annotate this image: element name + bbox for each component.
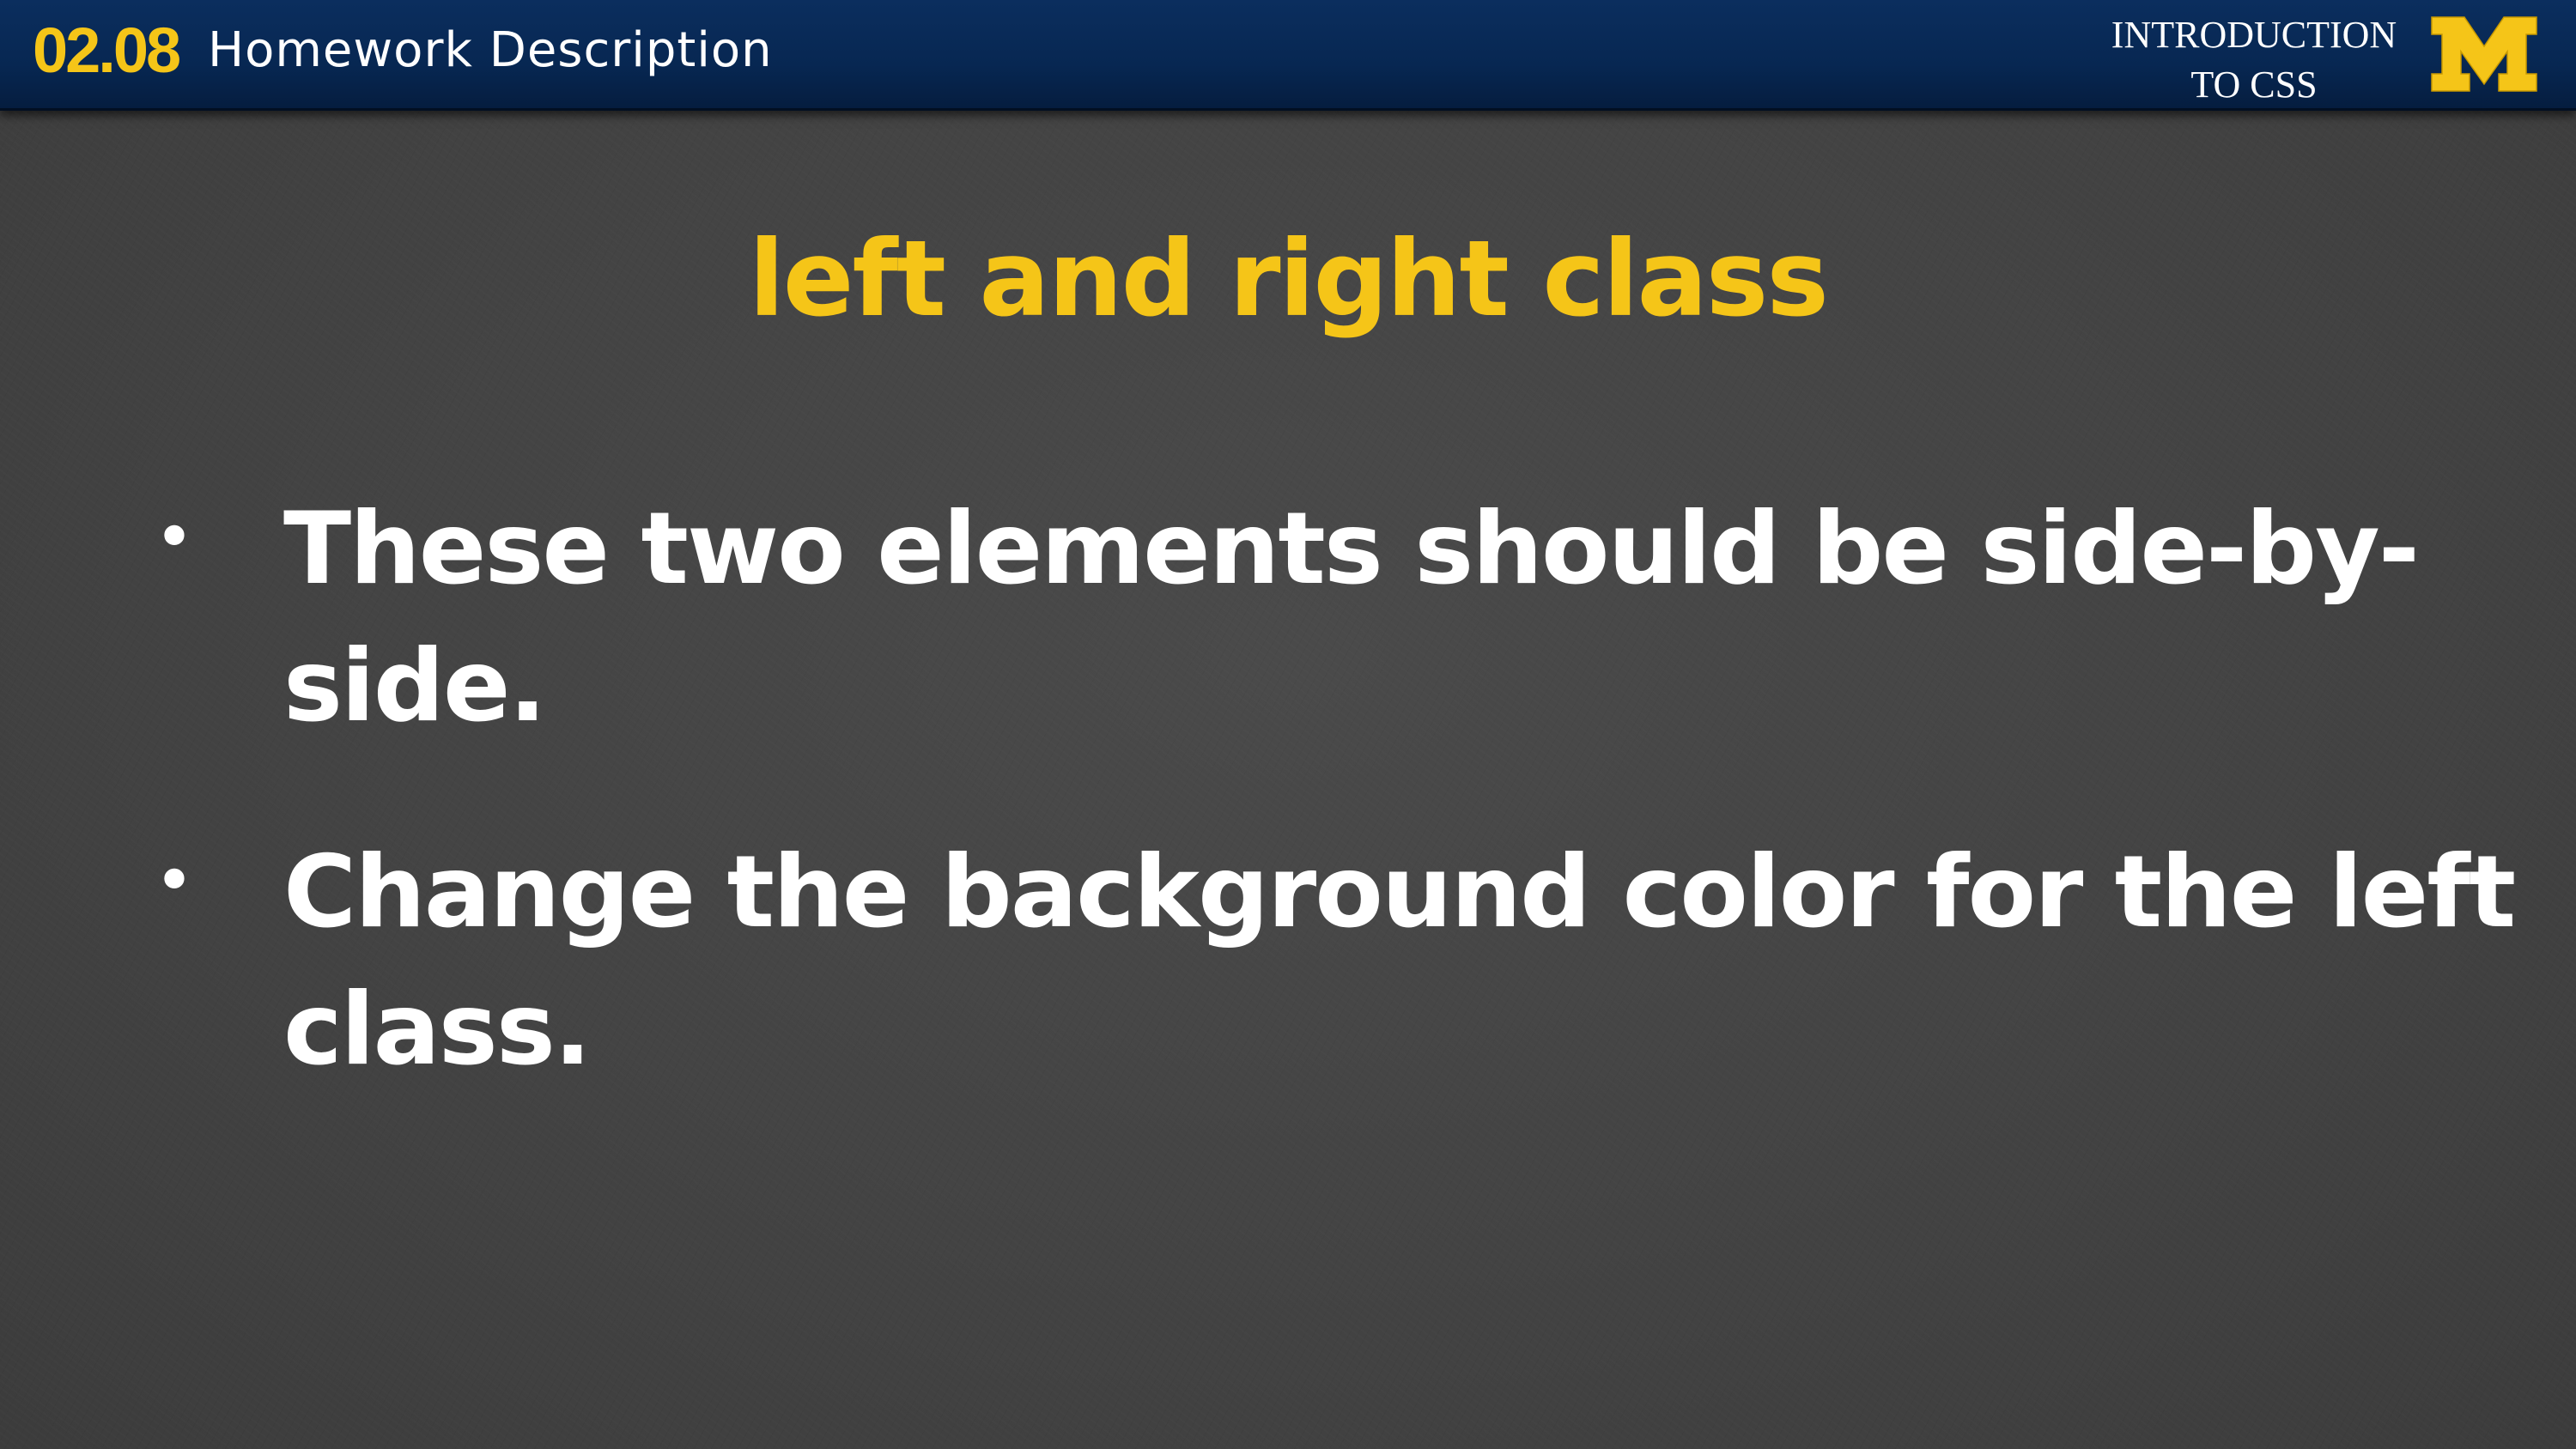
course-name-line-2: TO CSS	[2190, 64, 2318, 106]
course-name-line-1: INTRODUCTION	[2111, 14, 2397, 56]
bullet-line: side.	[283, 628, 547, 744]
lesson-title: Homework Description	[208, 22, 773, 78]
header-bar: 02.08 Homework Description INTRODUCTION …	[0, 0, 2576, 111]
bullet-line: Change the background color for the left	[283, 834, 2516, 950]
course-name: INTRODUCTION TO CSS	[2095, 10, 2413, 110]
bullet-dot-icon: •	[154, 840, 195, 920]
slide: 02.08 Homework Description INTRODUCTION …	[0, 0, 2576, 1449]
bullet-text: Change the background color for the left…	[283, 824, 2516, 1099]
bullet-dot-icon: •	[154, 497, 195, 577]
slide-heading: left and right class	[748, 218, 1829, 340]
university-block-m-logo	[2431, 16, 2537, 92]
bullet-line: class.	[283, 972, 592, 1088]
bullet-text: These two elements should be side-by- si…	[283, 481, 2420, 755]
bullet-line: These two elements should be side-by-	[283, 491, 2420, 607]
lesson-number: 02.08	[33, 15, 181, 86]
